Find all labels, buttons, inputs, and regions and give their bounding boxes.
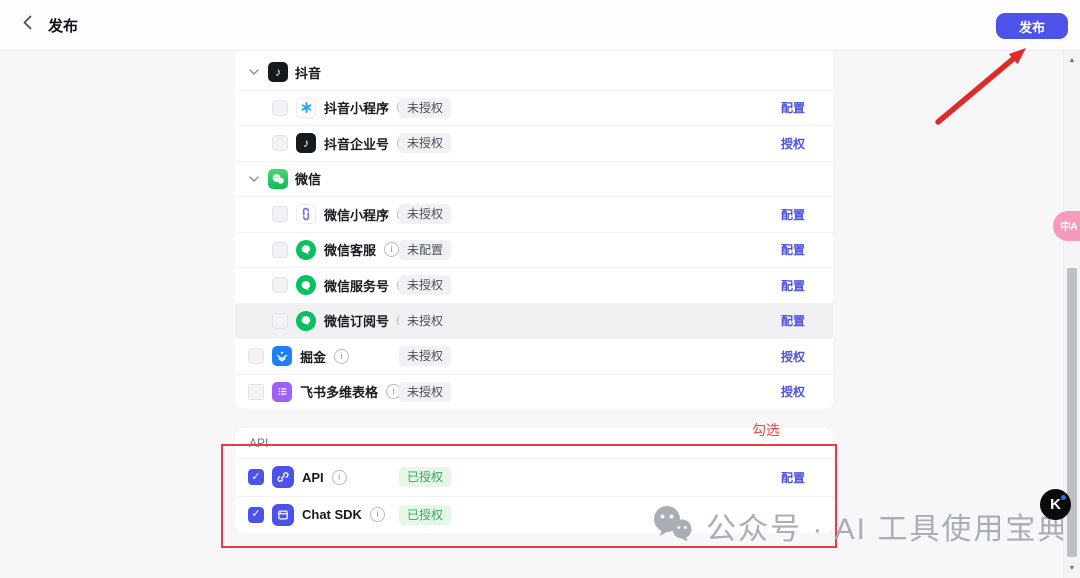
k-logo-letter: K [1050,496,1061,513]
checkbox[interactable] [248,383,264,400]
scrollbar-down-arrow-icon[interactable] [1067,563,1077,573]
status-badge: 未授权 [399,97,452,118]
wechat-subscription-account-icon [296,310,316,331]
translate-icon: 中A [1060,221,1078,233]
checkbox-checked[interactable] [248,469,264,486]
status-badge: 未授权 [399,133,452,154]
status-badge: 未授权 [399,204,452,225]
wechat-miniprogram-icon [296,204,316,225]
status-badge: 未配置 [399,239,452,260]
status-badge: 已授权 [399,467,452,488]
chevron-left-icon [23,15,32,35]
api-section-label: API [249,436,269,450]
checkbox[interactable] [272,99,288,116]
channel-group-douyin[interactable]: 抖音 [235,55,833,91]
wechat-icon [268,168,288,189]
api-panel: API API 已授权 配置 Chat SDK 已授权 [235,428,833,533]
channel-name: 微信小程序 [324,207,390,223]
checkbox[interactable] [272,312,288,329]
channel-row-feishu-base[interactable]: 飞书多维表格 未授权 授权 [235,375,833,410]
channel-name: 抖音企业号 [324,136,390,152]
channel-row-wechat-subscription[interactable]: 微信订阅号 未授权 配置 [235,303,833,339]
configure-link[interactable]: 配置 [781,99,805,116]
scrollbar-thumb[interactable] [1067,268,1077,557]
annotation-label: 勾选 [752,422,780,438]
channel-group-name: 微信 [295,172,322,188]
checkbox[interactable] [272,206,288,223]
status-badge: 未授权 [399,310,452,331]
channel-row-chat-sdk[interactable]: Chat SDK 已授权 [235,495,833,534]
channel-group-name: 抖音 [295,65,322,81]
juejin-icon [272,346,292,367]
channel-row-douyin-miniprogram[interactable]: 抖音小程序 未授权 配置 [235,91,833,126]
feishu-base-icon [272,381,292,402]
wechat-service-account-icon [296,275,316,296]
channel-name: 微信订阅号 [324,314,390,330]
channel-name: 掘金 [300,349,327,365]
channel-row-api[interactable]: API 已授权 配置 [235,458,833,496]
top-bar: 发布 发布 [0,0,1080,51]
configure-link[interactable]: 配置 [781,469,805,486]
channel-name: 微信客服 [324,243,377,259]
info-icon[interactable] [384,242,400,258]
info-icon[interactable] [334,348,350,364]
wechat-kefu-icon [296,239,316,260]
configure-link[interactable]: 配置 [781,206,805,223]
configure-link[interactable]: 配置 [781,277,805,294]
back-button[interactable] [14,12,40,38]
channel-row-wechat-service[interactable]: 微信服务号 未授权 配置 [235,268,833,304]
channel-row-douyin-enterprise[interactable]: 抖音企业号 未授权 授权 [235,126,833,162]
info-icon[interactable] [331,469,347,485]
channels-panel: 抖音 抖音小程序 未授权 配置 抖音企业号 未授权 授权 微信 [235,51,833,409]
douyin-miniprogram-icon [296,97,316,118]
info-icon[interactable] [369,507,385,523]
authorize-link[interactable]: 授权 [781,135,805,152]
status-badge: 未授权 [399,346,452,367]
api-link-icon [272,466,294,489]
configure-link[interactable]: 配置 [781,241,805,258]
checkbox-checked[interactable] [248,506,264,523]
chevron-down-icon[interactable] [247,65,261,79]
checkbox[interactable] [248,348,264,365]
scrollbar-up-arrow-icon[interactable] [1067,55,1077,65]
channel-name: 抖音小程序 [324,101,390,117]
status-badge: 未授权 [399,381,452,402]
chevron-down-icon[interactable] [247,172,261,186]
channel-name: API [302,469,324,485]
douyin-enterprise-icon [296,133,316,154]
configure-link[interactable]: 配置 [781,312,805,329]
channel-group-wechat[interactable]: 微信 [235,162,833,197]
channel-row-juejin[interactable]: 掘金 未授权 授权 [235,339,833,375]
authorize-link[interactable]: 授权 [781,383,805,400]
douyin-icon [268,62,288,83]
status-badge: 已授权 [399,504,452,525]
authorize-link[interactable]: 授权 [781,348,805,365]
translate-pill[interactable]: 中A [1053,211,1080,241]
page-title: 发布 [48,17,79,35]
channel-name: Chat SDK [302,507,362,523]
status-badge: 未授权 [399,275,452,296]
publish-button[interactable]: 发布 [996,13,1068,39]
checkbox[interactable] [272,241,288,258]
channel-row-wechat-kefu[interactable]: 微信客服 未配置 配置 [235,233,833,268]
chat-sdk-window-icon [272,503,294,526]
channel-name: 飞书多维表格 [300,385,379,401]
channel-name: 微信服务号 [324,278,390,294]
k-logo-badge[interactable]: K [1040,489,1071,520]
channel-row-wechat-miniprogram[interactable]: 微信小程序 未授权 配置 [235,197,833,233]
checkbox[interactable] [272,135,288,152]
checkbox[interactable] [272,277,288,294]
